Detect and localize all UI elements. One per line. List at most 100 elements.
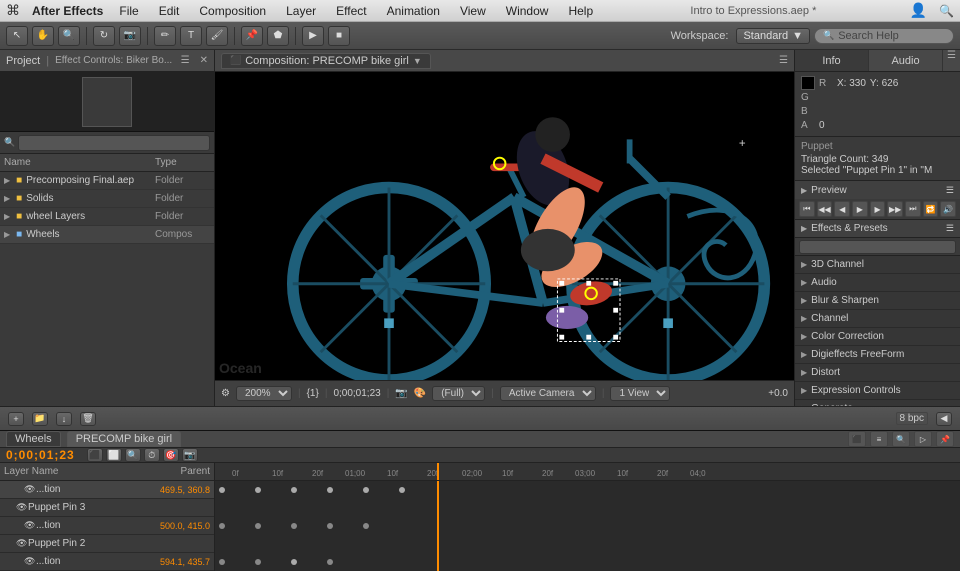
- keyframe-dot[interactable]: [327, 559, 333, 565]
- keyframe-dot[interactable]: [363, 487, 369, 493]
- trash-btn[interactable]: 🗑: [80, 412, 96, 426]
- toolbar-btn-cam[interactable]: 📷: [119, 26, 141, 46]
- eye-icon[interactable]: 👁: [24, 520, 36, 531]
- tl-tool-4[interactable]: ⏱: [144, 448, 160, 462]
- keyframe-dot[interactable]: [219, 559, 225, 565]
- toolbar-btn-shape[interactable]: ⬟: [267, 26, 289, 46]
- preview-header[interactable]: ▶ Preview ☰: [795, 181, 960, 199]
- keyframe-dot[interactable]: [327, 487, 333, 493]
- color-mgmt-btn[interactable]: 🎨: [414, 388, 426, 399]
- timeline-btn-1[interactable]: ⬛: [848, 431, 866, 447]
- effect-category-color[interactable]: ▶ Color Correction: [795, 328, 960, 346]
- toolbar-btn-text[interactable]: T: [180, 26, 202, 46]
- preview-loop-btn[interactable]: 🔁: [923, 201, 939, 217]
- bpc-display[interactable]: 8 bpc: [896, 412, 928, 425]
- tl-tool-2[interactable]: ⬜: [106, 448, 122, 462]
- snapshot-btn[interactable]: 📷: [395, 388, 407, 399]
- keyframe-dot[interactable]: [327, 523, 333, 529]
- keyframe-dot[interactable]: [255, 559, 261, 565]
- keyframe-dot[interactable]: [363, 523, 369, 529]
- list-item[interactable]: ▶ ■ Wheels Compos: [0, 226, 214, 244]
- layer-row[interactable]: 👁 Puppet Pin 2: [0, 535, 214, 553]
- keyframe-dot[interactable]: [399, 487, 405, 493]
- timeline-btn-4[interactable]: ▷: [914, 431, 932, 447]
- preview-options-icon[interactable]: ☰: [946, 185, 954, 196]
- toolbar-btn-stop[interactable]: ■: [328, 26, 350, 46]
- eye-icon[interactable]: 👁: [16, 502, 28, 513]
- effect-category-expr[interactable]: ▶ Expression Controls: [795, 382, 960, 400]
- toolbar-btn-select[interactable]: ↖: [6, 26, 28, 46]
- resolution-dropdown[interactable]: (Full): [432, 386, 485, 401]
- keyframe-dot[interactable]: [291, 487, 297, 493]
- apple-icon[interactable]: ⌘: [6, 2, 20, 19]
- effect-category-blur[interactable]: ▶ Blur & Sharpen: [795, 292, 960, 310]
- layer-row[interactable]: 👁 Puppet Pin 3: [0, 499, 214, 517]
- effect-category-channel[interactable]: ▶ Channel: [795, 310, 960, 328]
- timecode-display[interactable]: 0;00;01;23: [6, 448, 75, 462]
- list-item[interactable]: ▶ ■ wheel Layers Folder: [0, 208, 214, 226]
- layer-row[interactable]: 👁 ...tion 500.0, 415.0: [0, 517, 214, 535]
- preview-last-btn[interactable]: ⏭: [905, 201, 921, 217]
- preview-audio-btn[interactable]: 🔊: [940, 201, 956, 217]
- keyframe-dot[interactable]: [291, 523, 297, 529]
- effect-controls-tab[interactable]: Effect Controls: Biker Bo...: [55, 55, 175, 66]
- tl-tool-5[interactable]: 🎯: [163, 448, 179, 462]
- preview-next-btn[interactable]: ▶▶: [887, 201, 903, 217]
- workspace-dropdown[interactable]: Standard ▼: [736, 28, 810, 44]
- nav-back-btn[interactable]: ◀: [936, 412, 952, 426]
- panel-close-icon[interactable]: ✕: [200, 55, 208, 66]
- comp-settings-icon[interactable]: ⚙: [221, 388, 230, 399]
- effect-category-digi[interactable]: ▶ Digieffects FreeForm: [795, 346, 960, 364]
- effect-category-generate[interactable]: ▶ Generate: [795, 400, 960, 406]
- timeline-btn-3[interactable]: 🔍: [892, 431, 910, 447]
- tl-tool-6[interactable]: 📷: [182, 448, 198, 462]
- tab-audio[interactable]: Audio: [869, 50, 943, 71]
- import-btn[interactable]: ↓: [56, 412, 72, 426]
- menu-view[interactable]: View: [456, 3, 490, 19]
- toolbar-btn-pen[interactable]: ✏: [154, 26, 176, 46]
- menu-window[interactable]: Window: [502, 3, 553, 19]
- menu-layer[interactable]: Layer: [282, 3, 320, 19]
- layer-row[interactable]: 👁 ...tion 594.1, 435.7: [0, 553, 214, 571]
- preview-prev-btn[interactable]: ◀◀: [817, 201, 833, 217]
- list-item[interactable]: ▶ ■ Solids Folder: [0, 190, 214, 208]
- comp-menu-icon[interactable]: ☰: [779, 55, 788, 66]
- toolbar-btn-zoom[interactable]: 🔍: [58, 26, 80, 46]
- new-folder-btn[interactable]: 📁: [32, 412, 48, 426]
- project-search-input[interactable]: [18, 135, 210, 151]
- toolbar-btn-brush[interactable]: 🖌: [206, 26, 228, 46]
- eye-icon[interactable]: 👁: [24, 484, 36, 495]
- preview-first-btn[interactable]: ⏮: [799, 201, 815, 217]
- comp-tab[interactable]: ⬛ Composition: PRECOMP bike girl ▼: [221, 53, 431, 69]
- toolbar-btn-puppet[interactable]: 📌: [241, 26, 263, 46]
- effects-options-icon[interactable]: ☰: [946, 223, 954, 234]
- menu-edit[interactable]: Edit: [155, 3, 184, 19]
- panel-menu-icon[interactable]: ☰: [181, 55, 190, 66]
- keyframe-dot[interactable]: [219, 523, 225, 529]
- effect-category-audio[interactable]: ▶ Audio: [795, 274, 960, 292]
- list-item[interactable]: ▶ ■ Precomposing Final.aep Folder: [0, 172, 214, 190]
- effect-category-distort[interactable]: ▶ Distort: [795, 364, 960, 382]
- keyframe-dot[interactable]: [291, 559, 297, 565]
- preview-step-back-btn[interactable]: ◀: [834, 201, 850, 217]
- tab-wheels[interactable]: Wheels: [6, 431, 61, 447]
- layer-row[interactable]: 👁 ...tion 469.5, 360.8: [0, 481, 214, 499]
- keyframe-dot[interactable]: [219, 487, 225, 493]
- tl-tool-1[interactable]: ⬛: [87, 448, 103, 462]
- view-dropdown[interactable]: Active Camera: [500, 386, 596, 401]
- view-count-dropdown[interactable]: 1 View: [610, 386, 670, 401]
- panel-options-icon[interactable]: ☰: [943, 50, 960, 71]
- toolbar-btn-play[interactable]: ▶: [302, 26, 324, 46]
- tab-info[interactable]: Info: [795, 50, 869, 71]
- toolbar-btn-rotate[interactable]: ↻: [93, 26, 115, 46]
- toolbar-btn-hand[interactable]: ✋: [32, 26, 54, 46]
- tl-tool-3[interactable]: 🔍: [125, 448, 141, 462]
- keyframe-dot[interactable]: [255, 523, 261, 529]
- search-box-container[interactable]: 🔍 Search Help: [814, 28, 954, 44]
- preview-play-btn[interactable]: ▶: [852, 201, 868, 217]
- effects-search-input[interactable]: [799, 240, 956, 254]
- tab-precomp[interactable]: PRECOMP bike girl: [67, 431, 181, 447]
- new-comp-btn[interactable]: +: [8, 412, 24, 426]
- effect-category-3dchannel[interactable]: ▶ 3D Channel: [795, 256, 960, 274]
- menu-effect[interactable]: Effect: [332, 3, 370, 19]
